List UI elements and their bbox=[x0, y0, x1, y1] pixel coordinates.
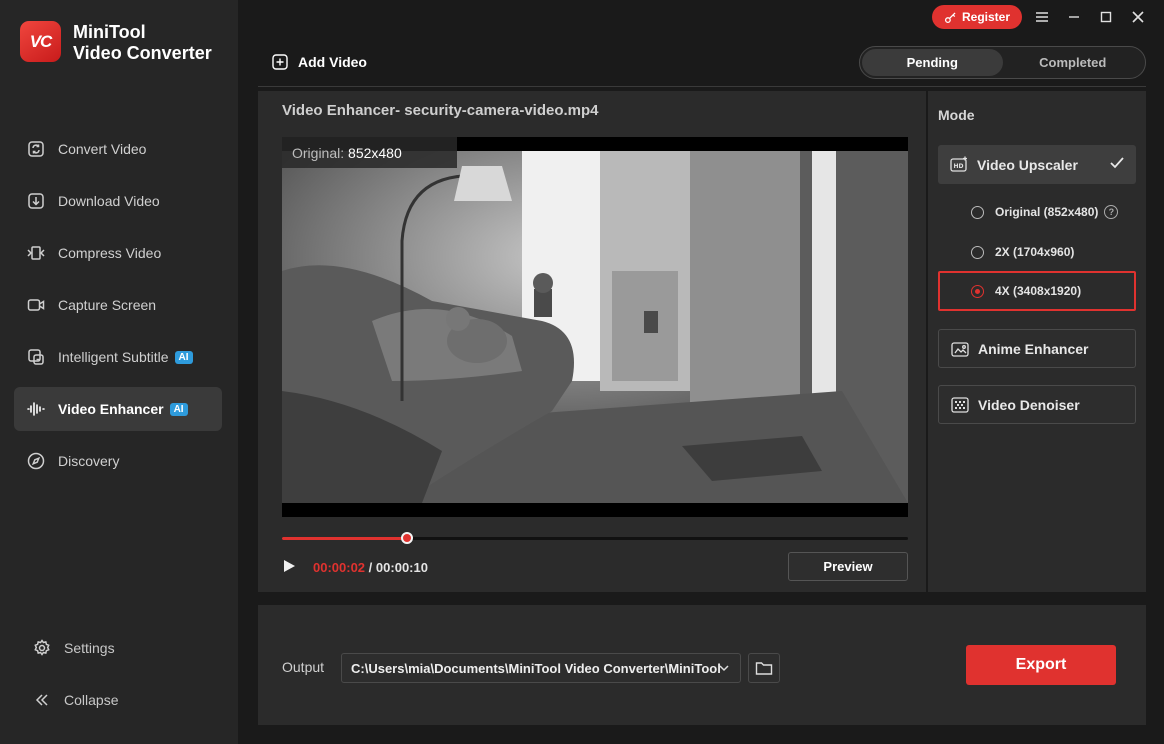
plus-box-icon bbox=[272, 54, 288, 70]
compress-icon bbox=[26, 243, 46, 263]
app-logo: VC bbox=[20, 21, 61, 62]
sidebar-item-intelligent-subtitle[interactable]: Intelligent Subtitle AI bbox=[14, 335, 222, 379]
enhancer-panel: Video Enhancer- security-camera-video.mp… bbox=[258, 91, 926, 592]
sidebar-item-label: Discovery bbox=[58, 453, 120, 469]
help-icon[interactable]: ? bbox=[1104, 205, 1119, 219]
option-original[interactable]: Original (852x480) ? bbox=[938, 192, 1136, 232]
sidebar-item-label: Convert Video bbox=[58, 141, 147, 157]
radio-2x[interactable] bbox=[971, 245, 984, 259]
sidebar-item-label: Compress Video bbox=[58, 245, 162, 261]
video-denoiser-button[interactable]: Video Denoiser bbox=[938, 385, 1136, 424]
radio-original[interactable] bbox=[971, 205, 984, 219]
sidebar: VC MiniTool Video Converter Convert Vide… bbox=[0, 0, 238, 744]
output-label: Output bbox=[282, 659, 325, 675]
app-brand: MiniTool Video Converter bbox=[73, 22, 212, 63]
sidebar-item-discovery[interactable]: Discovery bbox=[14, 439, 222, 483]
ai-badge: AI bbox=[174, 350, 193, 364]
sidebar-item-label: Download Video bbox=[58, 193, 160, 209]
sidebar-item-label: Capture Screen bbox=[58, 297, 157, 313]
minimize-icon bbox=[1069, 16, 1079, 18]
settings-label: Settings bbox=[64, 640, 115, 656]
chevron-down-icon bbox=[719, 665, 729, 672]
sidebar-item-video-enhancer[interactable]: Video Enhancer AI bbox=[14, 387, 222, 431]
register-button[interactable]: Register bbox=[932, 5, 1022, 29]
close-icon bbox=[1132, 11, 1144, 23]
maximize-icon bbox=[1100, 11, 1112, 23]
menu-button[interactable] bbox=[1032, 7, 1052, 27]
tab-completed[interactable]: Completed bbox=[1003, 49, 1144, 76]
option-4x[interactable]: 4X (3408x1920) bbox=[938, 271, 1136, 311]
option-2x[interactable]: 2X (1704x960) bbox=[938, 232, 1136, 272]
output-bar: Output C:\Users\mia\Documents\MiniTool V… bbox=[258, 605, 1146, 725]
sidebar-item-compress-video[interactable]: Compress Video bbox=[14, 231, 222, 275]
add-video-button[interactable]: Add Video bbox=[272, 54, 367, 70]
sidebar-item-label: Video Enhancer bbox=[58, 401, 164, 417]
subtitle-icon bbox=[26, 347, 46, 367]
original-resolution-label: Original: 852x480 bbox=[282, 137, 457, 168]
radio-4x[interactable] bbox=[971, 284, 984, 298]
open-folder-button[interactable] bbox=[748, 653, 780, 683]
progress-handle[interactable] bbox=[401, 532, 414, 544]
status-tabs: Pending Completed bbox=[859, 46, 1146, 79]
enhancer-title: Video Enhancer- security-camera-video.mp… bbox=[282, 102, 599, 119]
waveform-icon bbox=[26, 399, 46, 419]
time-display: 00:00:02 / 00:00:10 bbox=[313, 560, 428, 575]
time-separator: / bbox=[368, 560, 373, 575]
video-frame bbox=[282, 151, 908, 503]
close-button[interactable] bbox=[1128, 7, 1148, 27]
hd-icon: HD bbox=[949, 155, 969, 175]
settings-button[interactable]: Settings bbox=[14, 628, 222, 668]
video-player[interactable]: Original: 852x480 bbox=[282, 137, 908, 517]
collapse-label: Collapse bbox=[64, 692, 119, 708]
mode-title: Mode bbox=[938, 107, 975, 123]
download-icon bbox=[26, 191, 46, 211]
hamburger-icon bbox=[1036, 12, 1048, 22]
video-thumbnail bbox=[282, 151, 908, 503]
current-time: 00:00:02 bbox=[313, 560, 366, 575]
sidebar-item-capture-screen[interactable]: Capture Screen bbox=[14, 283, 222, 327]
total-time: 00:00:10 bbox=[375, 560, 428, 575]
gear-icon bbox=[32, 638, 52, 658]
collapse-button[interactable]: Collapse bbox=[14, 680, 222, 720]
check-icon bbox=[1110, 157, 1124, 169]
convert-icon bbox=[26, 139, 46, 159]
video-upscaler-button[interactable]: HD Video Upscaler bbox=[938, 145, 1136, 184]
mode-panel: Mode HD Video Upscaler Original (852x480… bbox=[928, 91, 1146, 592]
tab-pending[interactable]: Pending bbox=[862, 49, 1003, 76]
progress-fill bbox=[282, 537, 408, 540]
sidebar-item-convert-video[interactable]: Convert Video bbox=[14, 127, 222, 171]
camera-icon bbox=[26, 295, 46, 315]
sidebar-item-label: Intelligent Subtitle bbox=[58, 349, 169, 365]
export-button[interactable]: Export bbox=[966, 645, 1116, 685]
play-icon[interactable] bbox=[282, 559, 296, 573]
anime-icon bbox=[950, 339, 970, 359]
minimize-button[interactable] bbox=[1064, 7, 1084, 27]
key-icon bbox=[944, 11, 956, 23]
denoise-icon bbox=[950, 395, 970, 415]
sidebar-item-download-video[interactable]: Download Video bbox=[14, 179, 222, 223]
maximize-button[interactable] bbox=[1096, 7, 1116, 27]
double-chevron-left-icon bbox=[32, 690, 52, 710]
folder-icon bbox=[755, 662, 773, 675]
sidebar-nav: Convert Video Download Video Compress Vi… bbox=[14, 127, 222, 491]
preview-button[interactable]: Preview bbox=[788, 552, 908, 581]
progress-track[interactable] bbox=[282, 532, 908, 544]
ai-badge: AI bbox=[169, 402, 188, 416]
compass-icon bbox=[26, 451, 46, 471]
divider bbox=[258, 86, 1146, 87]
svg-text:HD: HD bbox=[954, 163, 964, 170]
output-path-select[interactable]: C:\Users\mia\Documents\MiniTool Video Co… bbox=[341, 653, 741, 683]
anime-enhancer-button[interactable]: Anime Enhancer bbox=[938, 329, 1136, 368]
